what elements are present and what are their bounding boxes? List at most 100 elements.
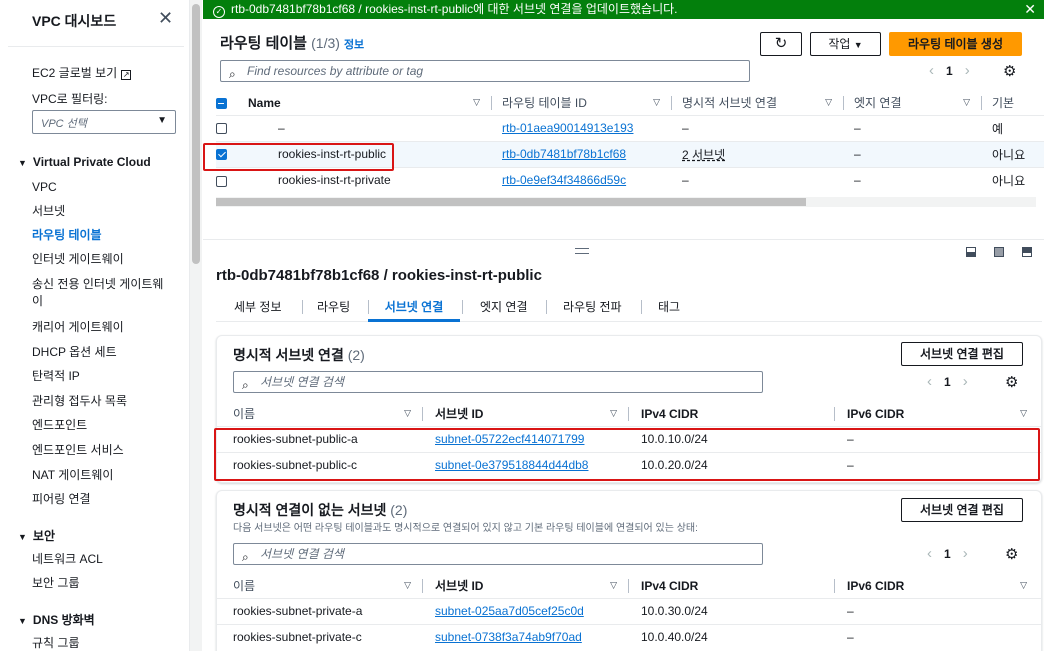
tab-tags[interactable]: 태그 xyxy=(658,298,680,315)
tab-subnet-associations[interactable]: 서브넷 연결 xyxy=(368,298,460,315)
cell-edge: – xyxy=(844,114,982,141)
tab-edge-associations[interactable]: 엣지 연결 xyxy=(480,298,528,315)
sort-icon: ▽ xyxy=(610,580,617,590)
scrollbar-thumb[interactable] xyxy=(192,4,200,264)
next-page-icon[interactable]: › xyxy=(963,545,968,562)
scrollbar-thumb[interactable] xyxy=(216,198,806,206)
resize-handle[interactable] xyxy=(575,248,589,254)
select-all-checkbox[interactable] xyxy=(216,98,227,110)
column-label: 엣지 연결 xyxy=(854,96,902,111)
route-table-id-link[interactable]: rtb-0db7481bf78b1cf68 xyxy=(502,147,626,161)
column-header-ipv4[interactable]: IPv4 CIDR xyxy=(629,574,835,598)
sidebar-item-carrier-gateways[interactable]: 캐리어 게이트웨이 xyxy=(32,319,172,336)
refresh-button[interactable]: ↻ xyxy=(760,32,802,56)
table-row[interactable]: – rtb-01aea90014913e193 – – 예 xyxy=(216,114,1044,141)
tab-routes[interactable]: 라우팅 xyxy=(317,298,350,315)
tab-details[interactable]: 세부 정보 xyxy=(234,298,282,315)
dismiss-icon[interactable]: ✕ xyxy=(1024,0,1036,19)
sidebar: VPC 대시보드 ✕ EC2 글로벌 보기 ↗ VPC로 필터링: VPC 선택 ▼… xyxy=(0,0,190,651)
sidebar-item-endpoints[interactable]: 엔드포인트 xyxy=(32,417,172,434)
row-checkbox[interactable] xyxy=(216,175,227,187)
column-header-ipv4[interactable]: IPv4 CIDR xyxy=(629,402,835,426)
cell-main: 아니요 xyxy=(982,140,1044,167)
sidebar-item-egress-only-igw[interactable]: 송신 전용 인터넷 게이트웨이 xyxy=(32,276,172,310)
panel-side-icon[interactable] xyxy=(1022,247,1032,257)
route-table-id-link[interactable]: rtb-01aea90014913e193 xyxy=(502,121,633,135)
section-virtual-private-cloud[interactable]: ▼ Virtual Private Cloud xyxy=(18,155,151,169)
sidebar-item-network-acls[interactable]: 네트워크 ACL xyxy=(32,551,172,568)
page-number[interactable]: 1 xyxy=(944,375,951,389)
gear-icon[interactable]: ⚙ xyxy=(1005,545,1018,563)
column-header-subnet-id[interactable]: 서브넷 ID ▽ xyxy=(423,574,629,598)
sidebar-item-subnets[interactable]: 서브넷 xyxy=(32,203,172,220)
sort-icon: ▽ xyxy=(404,408,411,418)
sidebar-item-endpoint-services[interactable]: 엔드포인트 서비스 xyxy=(32,442,172,459)
table-horizontal-scrollbar[interactable] xyxy=(216,197,1036,207)
tab-route-propagation[interactable]: 라우팅 전파 xyxy=(563,298,622,315)
caret-down-icon: ▼ xyxy=(18,158,27,168)
section-dns-firewall[interactable]: ▼ DNS 방화벽 xyxy=(18,611,95,628)
sidebar-scrollbar[interactable] xyxy=(190,0,202,651)
resource-search-input[interactable]: ⌕ Find resources by attribute or tag xyxy=(220,60,750,82)
column-header-edge[interactable]: 엣지 연결 ▽ xyxy=(844,91,982,115)
prev-page-icon[interactable]: ‹ xyxy=(927,373,932,390)
column-header-explicit[interactable]: 명시적 서브넷 연결 ▽ xyxy=(672,91,844,115)
column-header-subnet-id[interactable]: 서브넷 ID ▽ xyxy=(423,402,629,426)
column-header-main[interactable]: 기본 xyxy=(982,91,1044,115)
section-security[interactable]: ▼ 보안 xyxy=(18,527,55,544)
sidebar-item-internet-gateways[interactable]: 인터넷 게이트웨이 xyxy=(32,251,172,268)
subnet-association-search-input[interactable]: ⌕ 서브넷 연결 검색 xyxy=(233,543,763,565)
tab-divider xyxy=(546,300,547,314)
close-icon[interactable]: ✕ xyxy=(158,8,173,29)
vpc-filter-select[interactable]: VPC 선택 ▼ xyxy=(32,110,176,134)
subnet-id-link[interactable]: subnet-025aa7d05cef25c0d xyxy=(435,604,584,618)
sidebar-item-vpc[interactable]: VPC xyxy=(32,179,172,196)
sidebar-item-route-tables[interactable]: 라우팅 테이블 xyxy=(32,227,172,244)
sidebar-item-prefix-lists[interactable]: 관리형 접두사 목록 xyxy=(32,393,172,410)
row-checkbox[interactable] xyxy=(216,123,227,135)
column-header-name[interactable]: Name ▽ xyxy=(248,91,492,115)
sidebar-item-rule-groups[interactable]: 규칙 그룹 xyxy=(32,635,172,651)
ec2-global-view-link[interactable]: EC2 글로벌 보기 ↗ xyxy=(32,64,132,81)
next-page-icon[interactable]: › xyxy=(965,62,970,79)
tab-divider xyxy=(462,300,463,314)
edit-subnet-associations-button[interactable]: 서브넷 연결 편집 xyxy=(901,498,1023,522)
actions-button[interactable]: 작업 ▼ xyxy=(810,32,881,56)
subnet-id-link[interactable]: subnet-0738f3a74ab9f70ad xyxy=(435,630,582,644)
sidebar-item-dhcp-option-sets[interactable]: DHCP 옵션 세트 xyxy=(32,344,172,361)
explicit-subnet-associations-card: 명시적 서브넷 연결 (2) 서브넷 연결 편집 ⌕ 서브넷 연결 검색 ‹ 1 › … xyxy=(214,335,1042,483)
sort-icon: ▽ xyxy=(653,97,660,107)
sidebar-item-nat-gateways[interactable]: NAT 게이트웨이 xyxy=(32,467,172,484)
create-route-table-button[interactable]: 라우팅 테이블 생성 xyxy=(889,32,1022,56)
prev-page-icon[interactable]: ‹ xyxy=(927,545,932,562)
subnet-association-search-input[interactable]: ⌕ 서브넷 연결 검색 xyxy=(233,371,763,393)
column-header-name[interactable]: 이름 ▽ xyxy=(217,402,423,426)
gear-icon[interactable]: ⚙ xyxy=(1003,62,1016,80)
info-link[interactable]: 정보 xyxy=(344,39,364,51)
sidebar-item-peering-connections[interactable]: 피어링 연결 xyxy=(32,491,172,508)
column-header-name[interactable]: 이름 ▽ xyxy=(217,574,423,598)
panel-bottom-icon[interactable] xyxy=(966,247,976,257)
caret-down-icon: ▼ xyxy=(18,532,27,542)
page-number[interactable]: 1 xyxy=(946,64,953,78)
table-row[interactable]: rookies-subnet-private-a subnet-025aa7d0… xyxy=(217,597,1041,624)
table-row[interactable]: rookies-subnet-private-c subnet-0738f3a7… xyxy=(217,623,1041,650)
sidebar-item-security-groups[interactable]: 보안 그룹 xyxy=(32,575,172,592)
unassociated-subnets-table: 이름 ▽ 서브넷 ID ▽ IPv4 CIDR IPv6 CIDR ▽ rookies… xyxy=(217,574,1041,650)
route-table-id-link[interactable]: rtb-0e9ef34f34866d59c xyxy=(502,173,626,187)
edit-subnet-associations-button[interactable]: 서브넷 연결 편집 xyxy=(901,342,1023,366)
column-header-id[interactable]: 라우팅 테이블 ID ▽ xyxy=(492,91,672,115)
explicit-subnets-popover[interactable]: 2 서브넷 xyxy=(682,148,725,162)
caret-down-icon: ▼ xyxy=(853,40,863,50)
gear-icon[interactable]: ⚙ xyxy=(1005,373,1018,391)
next-page-icon[interactable]: › xyxy=(963,373,968,390)
page-number[interactable]: 1 xyxy=(944,547,951,561)
column-header-ipv6[interactable]: IPv6 CIDR ▽ xyxy=(835,402,1041,426)
cell-ipv6: – xyxy=(835,623,1041,650)
vpc-console: VPC 대시보드 ✕ EC2 글로벌 보기 ↗ VPC로 필터링: VPC 선택 ▼… xyxy=(0,0,1044,651)
prev-page-icon[interactable]: ‹ xyxy=(929,62,934,79)
sidebar-item-elastic-ips[interactable]: 탄력적 IP xyxy=(32,368,172,385)
panel-full-icon[interactable] xyxy=(994,247,1004,257)
title-text: 라우팅 테이블 xyxy=(220,35,307,52)
column-header-ipv6[interactable]: IPv6 CIDR ▽ xyxy=(835,574,1041,598)
